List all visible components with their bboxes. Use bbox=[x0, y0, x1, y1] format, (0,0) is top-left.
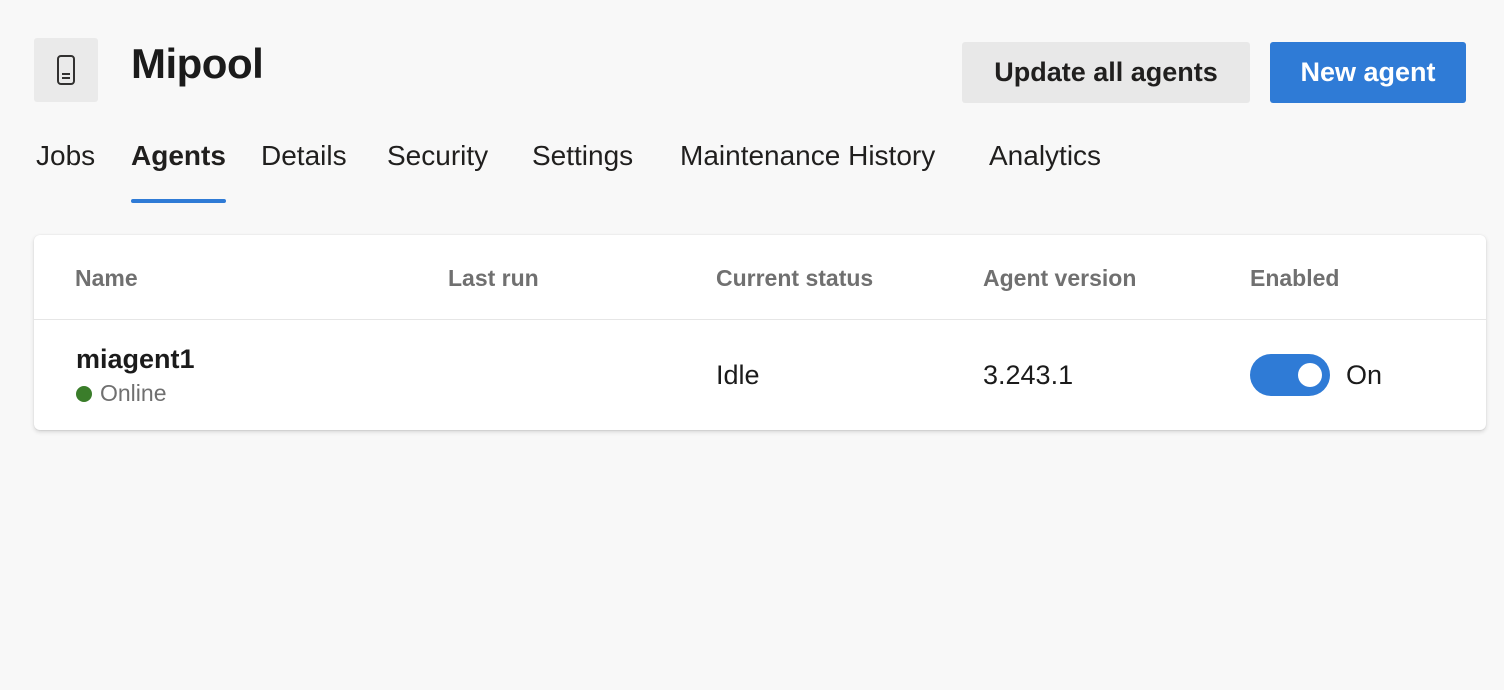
toggle-knob bbox=[1298, 363, 1322, 387]
agent-name[interactable]: miagent1 bbox=[76, 344, 195, 375]
tab-settings[interactable]: Settings bbox=[532, 140, 633, 172]
selected-tab-indicator bbox=[131, 199, 226, 203]
current-status-cell: Idle bbox=[716, 360, 760, 390]
column-header-agent-version[interactable]: Agent version bbox=[983, 265, 1136, 292]
agent-state-label: Online bbox=[100, 380, 167, 406]
column-header-name[interactable]: Name bbox=[75, 265, 138, 292]
tab-jobs[interactable]: Jobs bbox=[36, 140, 95, 172]
enabled-toggle-label: On bbox=[1346, 360, 1383, 390]
agent-pool-icon bbox=[34, 38, 98, 102]
tab-security[interactable]: Security bbox=[387, 140, 488, 172]
tab-analytics[interactable]: Analytics bbox=[989, 140, 1101, 172]
new-agent-button[interactable]: New agent bbox=[1270, 42, 1466, 103]
tab-maintenance-history[interactable]: Maintenance History bbox=[680, 140, 935, 172]
column-header-last-run[interactable]: Last run bbox=[448, 265, 539, 292]
tab-details[interactable]: Details bbox=[261, 140, 347, 172]
enabled-toggle[interactable] bbox=[1250, 354, 1330, 396]
page-title: Mipool bbox=[131, 40, 264, 87]
agent-version-cell: 3.243.1 bbox=[983, 360, 1074, 390]
column-header-enabled[interactable]: Enabled bbox=[1250, 265, 1339, 292]
status-dot-icon bbox=[76, 385, 92, 402]
column-header-current-status[interactable]: Current status bbox=[716, 265, 873, 292]
table-row[interactable]: miagent1 Online Idle 3.243.1 On bbox=[34, 320, 1486, 430]
update-all-agents-button[interactable]: Update all agents bbox=[962, 42, 1250, 103]
agent-pool-page: Mipool Update all agents New agent Jobs … bbox=[0, 0, 1504, 690]
agents-table: Name Last run Current status Agent versi… bbox=[34, 235, 1486, 430]
agent-online-status: Online bbox=[76, 380, 166, 407]
tab-agents[interactable]: Agents bbox=[131, 140, 226, 172]
